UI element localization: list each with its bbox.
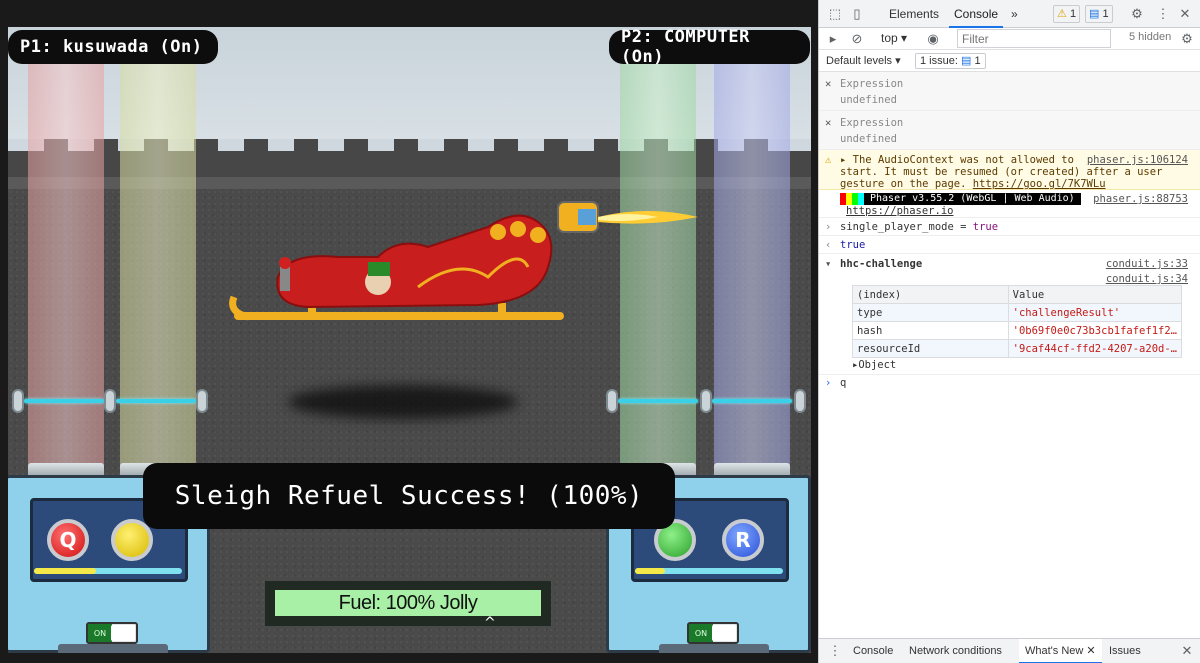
console-prompt-input[interactable]: q	[840, 377, 846, 389]
fuel-gauge: Fuel: 100% Jolly	[265, 581, 551, 626]
table-row: resourceId '9caf44cf-ffd2-4207-a20d-…	[852, 339, 1183, 358]
object-entry[interactable]: ▸Object	[819, 357, 1200, 375]
p1-meter-fill	[34, 568, 97, 574]
message-count-badge[interactable]: ▤ 1	[1085, 5, 1113, 23]
drawer-tab-console[interactable]: Console	[849, 639, 897, 663]
console-table: (index) Value type 'challengeResult' has…	[852, 285, 1183, 358]
table-row: type 'challengeResult'	[852, 303, 1183, 322]
devtools-tabbar: ⬚ ▯ Elements Console » ⚠ 1 ▤ 1 ⚙ ⋮ ✕	[819, 0, 1200, 28]
warning-message: ⚠ ▸ The AudioContext was not allowed to …	[819, 150, 1200, 190]
r-button[interactable]: R	[722, 519, 764, 561]
phaser-link[interactable]: https://phaser.io	[846, 205, 953, 217]
q-button[interactable]: Q	[47, 519, 89, 561]
screen: Q ON R ON P1: kusuwada (On) P2: COMPUTER…	[0, 0, 1200, 663]
drawer-tabbar: ⋮ Console Network conditions What's New …	[819, 638, 1200, 663]
filter-input[interactable]	[957, 29, 1111, 48]
phaser-banner: Phaser v3.55.2 (WebGL | Web Audio)	[840, 193, 1081, 205]
group-source-link[interactable]: conduit.js:33	[1106, 258, 1188, 270]
p2-player-tag: P2: COMPUTER (On)	[609, 27, 810, 67]
close-icon[interactable]: ✕	[1177, 6, 1193, 22]
warning-icon: ⚠	[1057, 8, 1067, 20]
p1-toggle[interactable]: ON	[86, 622, 138, 644]
drawer-tab-network-conditions[interactable]: Network conditions	[905, 639, 1006, 663]
clear-console-icon[interactable]: ⊘	[849, 31, 865, 47]
phaser-log: Phaser v3.55.2 (WebGL | Web Audio) phase…	[819, 190, 1200, 218]
gear-icon[interactable]: ⚙	[1129, 6, 1145, 22]
command-entry: › single_player_mode = true	[819, 218, 1200, 236]
santa-sleigh	[229, 201, 698, 321]
p2-meter-fill	[635, 568, 665, 574]
more-tabs-chevron-icon[interactable]: »	[1011, 0, 1018, 28]
live-expression-2: ✕ Expression undefined	[819, 111, 1200, 150]
close-drawer-icon[interactable]: ✕	[1179, 643, 1195, 659]
p2-meter	[635, 568, 783, 574]
console-settings-icon[interactable]: ⚙	[1179, 31, 1195, 47]
issue-icon: ▤	[960, 55, 972, 67]
game-canvas-frame: Q ON R ON P1: kusuwada (On) P2: COMPUTER…	[0, 0, 818, 663]
drawer-tab-whats-new[interactable]: What's New ✕	[1019, 639, 1102, 663]
p1-player-tag: P1: kusuwada (On)	[8, 30, 218, 64]
message-icon: ▤	[1089, 8, 1100, 20]
tab-elements[interactable]: Elements	[889, 0, 939, 28]
hidden-count: 5 hidden	[1129, 31, 1172, 43]
remove-expression-icon[interactable]: ✕	[825, 78, 831, 90]
eye-icon[interactable]: ◉	[925, 31, 941, 47]
right-fuel-rail	[604, 387, 809, 415]
p1-meter	[34, 568, 182, 574]
input-chevron-icon: ›	[825, 221, 832, 233]
table-row: hash '0b69f0e0c73b3cb1fafef1f2…	[852, 321, 1183, 340]
warning-count-badge[interactable]: ⚠ 1	[1053, 5, 1081, 23]
table-header[interactable]: Value	[1007, 285, 1183, 304]
device-toolbar-icon[interactable]: ▯	[849, 6, 865, 22]
kebab-menu-icon[interactable]: ⋮	[1155, 6, 1171, 22]
close-tab-icon[interactable]: ✕	[1086, 645, 1095, 657]
table-header[interactable]: (index)	[852, 285, 1009, 304]
table-source-link[interactable]: conduit.js:34	[1106, 273, 1188, 285]
sleigh-shadow	[288, 385, 518, 419]
game-scene[interactable]: Q ON R ON	[8, 27, 811, 653]
console-levels-bar: Default levels ▾ 1 issue: ▤ 1	[819, 50, 1200, 72]
drawer-menu-icon[interactable]: ⋮	[827, 643, 843, 659]
phaser-source-link[interactable]: phaser.js:88753	[1093, 193, 1188, 205]
warning-help-link[interactable]: https://goo.gl/7K7WLu	[973, 178, 1106, 190]
default-levels-dropdown[interactable]: Default levels ▾	[826, 54, 901, 67]
inspect-element-icon[interactable]: ⬚	[827, 6, 843, 22]
devtools-panel: ⬚ ▯ Elements Console » ⚠ 1 ▤ 1 ⚙ ⋮ ✕ ▸ ⊘…	[818, 0, 1200, 663]
issues-pill[interactable]: 1 issue: ▤ 1	[915, 53, 986, 69]
result-chevron-icon: ‹	[825, 239, 832, 251]
console-log: ✕ Expression undefined ✕ Expression unde…	[819, 72, 1200, 638]
tab-console[interactable]: Console	[949, 0, 1004, 28]
live-expression-1: ✕ Expression undefined	[819, 72, 1200, 111]
context-selector[interactable]: top ▾	[881, 31, 907, 45]
success-banner: Sleigh Refuel Success! (100%)	[143, 463, 675, 529]
p2-toggle[interactable]: ON	[687, 622, 739, 644]
console-toolbar: ▸ ⊘ top ▾ ◉ 5 hidden ⚙	[819, 28, 1200, 50]
fuel-gauge-label: Fuel: 100% Jolly	[275, 590, 541, 616]
caret-icon: ^	[484, 615, 496, 631]
sidebar-toggle-icon[interactable]: ▸	[825, 31, 841, 47]
prompt-chevron-icon: ›	[825, 377, 832, 389]
warning-source-link[interactable]: phaser.js:106124	[1087, 154, 1188, 166]
command-result: ‹ true	[819, 236, 1200, 254]
console-prompt[interactable]: › q	[819, 375, 1200, 393]
remove-expression-icon[interactable]: ✕	[825, 117, 831, 129]
left-fuel-rail	[10, 387, 210, 415]
group-expand-icon[interactable]: ▾	[825, 258, 831, 270]
warning-icon: ⚠	[825, 154, 832, 166]
drawer-tab-issues[interactable]: Issues	[1105, 639, 1145, 663]
